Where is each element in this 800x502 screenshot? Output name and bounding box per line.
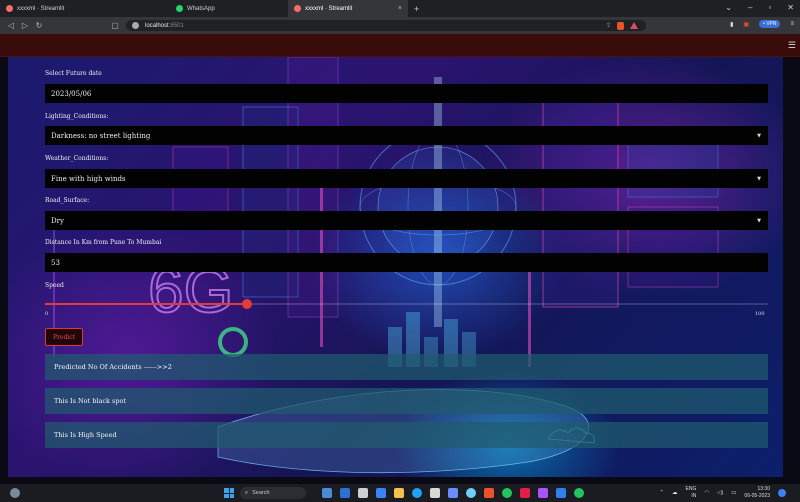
file-explorer-icon[interactable] [358, 488, 368, 498]
notification-icon[interactable] [778, 489, 786, 497]
chevron-down-icon: ▼ [757, 217, 761, 224]
widgets-app-icon[interactable] [322, 488, 332, 498]
window-controls: ⌄ – ▫ ✕ [725, 3, 794, 12]
vscode-icon[interactable] [556, 488, 566, 498]
weather-value: Fine with high winds [51, 174, 126, 183]
battery-icon[interactable]: ▭ [731, 490, 736, 496]
date-input[interactable]: 2023/05/06 [45, 84, 768, 103]
lang-line-2: IN [691, 493, 697, 499]
clock-time: 13:30 [757, 486, 770, 492]
wifi-icon[interactable]: ◠ [704, 490, 709, 496]
volume-icon[interactable]: ◁) [717, 490, 723, 496]
folder-icon[interactable] [394, 488, 404, 498]
speed-slider-fill [45, 303, 248, 305]
road-surface-select[interactable]: Dry ▼ [45, 211, 768, 230]
weather-select[interactable]: Fine with high winds ▼ [45, 169, 768, 188]
predict-button[interactable]: Predict [45, 328, 83, 346]
browser-tab-1[interactable]: xxxxml · Streamlit [0, 0, 118, 17]
chevron-down-icon: ▼ [757, 132, 761, 139]
task-view-icon[interactable] [340, 488, 350, 498]
weather-label: Weather_Conditions: [45, 155, 109, 162]
lang-line-1: ENG [685, 486, 697, 492]
browser-tab-bar: xxxxml · Streamlit WhatsApp xxxxml · Str… [0, 0, 800, 17]
whatsapp-icon [176, 5, 183, 12]
windows-start-icon[interactable] [224, 488, 234, 498]
app-icon[interactable] [538, 488, 548, 498]
result-black-spot: This Is Not black spot [45, 388, 768, 414]
road-surface-label: Road_Surface: [45, 197, 90, 204]
maximize-icon[interactable]: ▫ [768, 3, 771, 12]
wallet-icon[interactable]: ▣ [743, 21, 749, 28]
close-icon[interactable]: ✕ [787, 3, 794, 12]
tab-label: xxxxml · Streamlit [17, 5, 65, 12]
store-app-icon[interactable] [430, 488, 440, 498]
sidebar-icon[interactable]: ▮ [730, 21, 733, 28]
taskbar-search-label: Search [252, 490, 270, 496]
chevron-up-icon[interactable]: ⌃ [659, 490, 664, 496]
share-icon[interactable]: ⇪ [606, 22, 611, 29]
browser-tab-2[interactable]: WhatsApp [170, 0, 288, 17]
url-port: :8501 [168, 22, 184, 29]
search-icon: ⌕ [245, 489, 249, 496]
lighting-label: Lighting_Conditions: [45, 113, 109, 120]
speed-min-label: 0 [45, 311, 49, 317]
result-speed: This Is High Speed [45, 422, 768, 448]
chevron-down-icon: ▼ [757, 175, 761, 182]
photos-app-icon[interactable] [448, 488, 458, 498]
browser-tab-3[interactable]: xxxxml · Streamlit × [288, 0, 408, 17]
result-accidents: Predicted No Of Accidents ------>>2 [45, 354, 768, 380]
browser-address-bar: ◁ ▷ ↻ ▢ localhost:8501 ⇪ ▮ ▣ • VPN ≡ [0, 17, 800, 34]
back-icon[interactable]: ◁ [4, 21, 18, 30]
date-label: Select Future date [45, 70, 102, 77]
new-tab-button[interactable]: + [408, 4, 425, 14]
date-value: 2023/05/06 [51, 89, 92, 98]
streamlit-icon [6, 5, 13, 12]
menu-icon[interactable]: ≡ [790, 21, 794, 27]
whatsapp-icon[interactable] [574, 488, 584, 498]
bookmark-icon[interactable]: ▢ [108, 21, 122, 30]
vpn-button[interactable]: • VPN [759, 20, 781, 28]
tab-label: WhatsApp [187, 5, 215, 12]
brave-shields-icon[interactable] [617, 21, 624, 30]
road-surface-value: Dry [51, 216, 64, 225]
forward-icon[interactable]: ▷ [18, 21, 32, 30]
distance-input[interactable]: 53 [45, 253, 768, 272]
lighting-value: Darkness: no street lighting [51, 131, 151, 140]
tab-label: xxxxml · Streamlit [305, 5, 353, 12]
speed-slider[interactable] [45, 299, 768, 309]
app-icon[interactable] [520, 488, 530, 498]
system-tray: ⌃ ☁ ENG IN ◠ ◁) ▭ 13:30 06-05-2023 [659, 486, 786, 500]
chat-app-icon[interactable] [376, 488, 386, 498]
url-text: localhost:8501 [145, 23, 184, 29]
edge-browser-icon[interactable] [412, 488, 422, 498]
clock-date: 06-05-2023 [744, 493, 770, 499]
brave-browser-icon[interactable] [484, 488, 494, 498]
close-tab-icon[interactable]: × [398, 5, 402, 12]
app-icon[interactable] [466, 488, 476, 498]
taskbar-search-input[interactable]: ⌕ Search [240, 487, 306, 499]
chevron-down-icon[interactable]: ⌄ [725, 3, 732, 12]
chrome-browser-icon[interactable] [502, 488, 512, 498]
weather-widget-icon[interactable] [10, 488, 20, 498]
language-indicator[interactable]: ENG IN [686, 486, 697, 500]
speed-max-label: 100 [755, 311, 765, 317]
streamlit-header [0, 34, 800, 57]
url-input[interactable]: localhost:8501 ⇪ [126, 20, 646, 31]
url-host: localhost [145, 22, 169, 29]
speed-label: Speed [45, 282, 64, 289]
distance-value: 53 [51, 258, 60, 267]
brave-rewards-icon[interactable] [630, 22, 638, 29]
cloud-icon[interactable]: ☁ [672, 490, 678, 496]
lighting-select[interactable]: Darkness: no street lighting ▼ [45, 126, 768, 145]
site-info-icon[interactable] [132, 22, 139, 29]
minimize-icon[interactable]: – [748, 3, 752, 12]
windows-taskbar: ⌕ Search ⌃ ☁ ENG IN ◠ ◁) ▭ 13:30 06-05-202… [0, 484, 800, 502]
browser-toolbar-right: ▮ ▣ • VPN ≡ [730, 20, 794, 28]
distance-label: Distance In Km from Pune To Mumbai [45, 239, 162, 246]
clock[interactable]: 13:30 06-05-2023 [744, 486, 770, 500]
hamburger-menu-icon[interactable]: ☰ [788, 40, 796, 51]
streamlit-icon [294, 5, 301, 12]
reload-icon[interactable]: ↻ [32, 21, 46, 30]
